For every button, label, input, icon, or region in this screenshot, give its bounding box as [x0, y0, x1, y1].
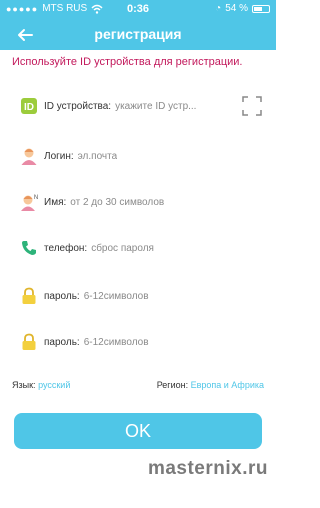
language-value[interactable]: русский	[38, 380, 70, 390]
status-right: ◔ 54 %	[215, 0, 270, 18]
device-id-label: ID устройства:	[44, 100, 112, 112]
battery-percent: 54 %	[225, 3, 248, 14]
login-field[interactable]: Логин: эл.почта	[20, 144, 262, 168]
phone-field[interactable]: телефон: сброс пароля	[20, 236, 262, 260]
registration-notice: Используйте ID устройства для регистраци…	[12, 56, 243, 68]
region-setting[interactable]: Регион: Европа и Африка	[157, 380, 264, 390]
locale-row: Язык: русский Регион: Европа и Африка	[12, 380, 264, 390]
name-field[interactable]: N Имя: от 2 до 30 символов	[20, 190, 262, 214]
id-icon: ID	[21, 98, 37, 114]
status-bar: ●●●●● MTS RUS 0:36 ◔ 54 %	[0, 0, 276, 18]
name-input[interactable]: от 2 до 30 символов	[70, 197, 164, 208]
device-id-field[interactable]: ID ID устройства: укажите ID устр...	[20, 94, 262, 118]
password-label: пароль:	[44, 290, 80, 302]
password-confirm-label: пароль:	[44, 336, 80, 348]
page-title: регистрация	[94, 26, 182, 42]
ok-button[interactable]: OK	[14, 413, 262, 449]
watermark: masternix.ru	[147, 458, 268, 479]
language-setting[interactable]: Язык: русский	[12, 380, 70, 390]
password-input[interactable]: 6-12символов	[84, 291, 149, 302]
alarm-icon: ◔	[215, 3, 222, 14]
nav-bar: регистрация	[0, 20, 276, 50]
qr-scan-icon[interactable]	[242, 96, 262, 116]
svg-text:N: N	[34, 195, 38, 201]
device-id-input[interactable]: укажите ID устр...	[115, 101, 196, 112]
language-label: Язык:	[12, 380, 36, 390]
svg-text:ID: ID	[24, 102, 34, 113]
name-label: Имя:	[44, 196, 67, 208]
app-header: ●●●●● MTS RUS 0:36 ◔ 54 % регистрация	[0, 0, 276, 50]
user-icon	[21, 148, 37, 165]
phone-label: телефон:	[44, 242, 88, 254]
region-value[interactable]: Европа и Африка	[191, 380, 264, 390]
user-name-icon: N	[21, 195, 38, 211]
login-label: Логин:	[44, 150, 74, 162]
login-input[interactable]: эл.почта	[78, 151, 118, 162]
password-confirm-field[interactable]: пароль: 6-12символов	[20, 330, 262, 354]
phone-icon	[22, 241, 36, 255]
lock-icon	[22, 333, 36, 350]
region-label: Регион:	[156, 380, 189, 390]
password-confirm-input[interactable]: 6-12символов	[84, 337, 149, 348]
battery-icon	[252, 5, 270, 13]
phone-input[interactable]: сброс пароля	[91, 243, 154, 254]
password-field[interactable]: пароль: 6-12символов	[20, 284, 262, 308]
lock-icon	[22, 287, 36, 304]
